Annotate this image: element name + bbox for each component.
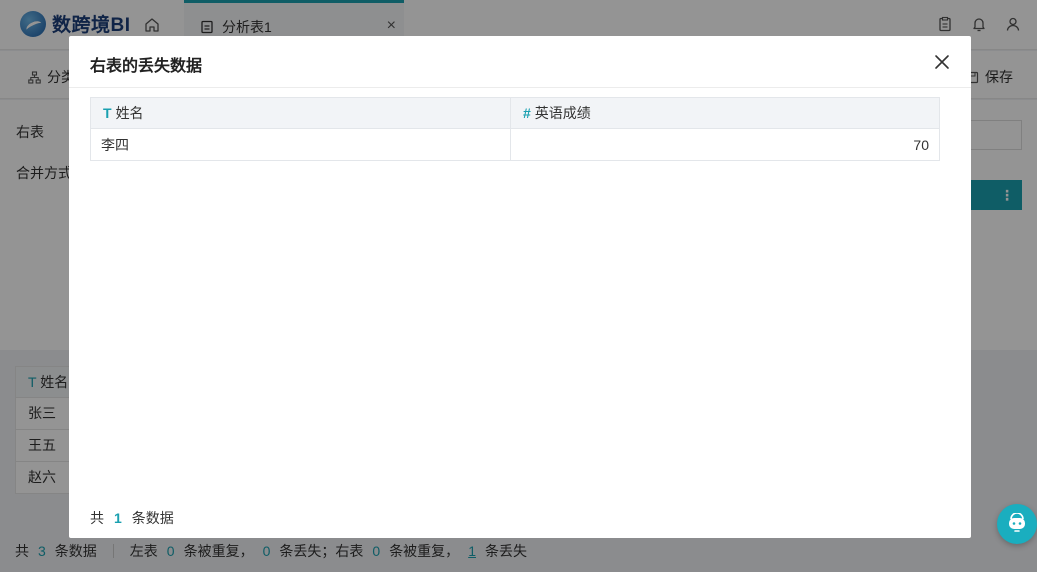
column-header-english-score[interactable]: # 英语成绩 <box>510 97 940 129</box>
table-row: 李四 70 <box>90 128 940 161</box>
table-header-row: T 姓名 # 英语成绩 <box>90 97 940 129</box>
lost-data-table: T 姓名 # 英语成绩 李四 70 <box>90 97 940 161</box>
dialog-footer: 共 1 条数据 <box>90 508 174 528</box>
text-type-icon: T <box>103 105 112 121</box>
cell-name: 李四 <box>90 128 511 161</box>
customer-service-button[interactable] <box>997 504 1037 544</box>
footer-prefix: 共 <box>90 510 104 526</box>
column-label: 英语成绩 <box>534 105 591 121</box>
footer-suffix: 条数据 <box>131 510 174 526</box>
column-header-name[interactable]: T 姓名 <box>90 97 511 129</box>
dialog-header: 右表的丢失数据 <box>69 36 971 88</box>
lost-data-dialog: 右表的丢失数据 T 姓名 # 英语成绩 李四 70 共 1 条数据 <box>69 36 971 538</box>
number-type-icon: # <box>523 105 531 121</box>
close-icon[interactable] <box>933 53 951 71</box>
footer-count: 1 <box>114 510 122 526</box>
column-label: 姓名 <box>115 105 144 121</box>
chat-support-icon <box>1009 513 1025 532</box>
cell-english-score: 70 <box>510 128 940 161</box>
dialog-title: 右表的丢失数据 <box>90 58 203 75</box>
